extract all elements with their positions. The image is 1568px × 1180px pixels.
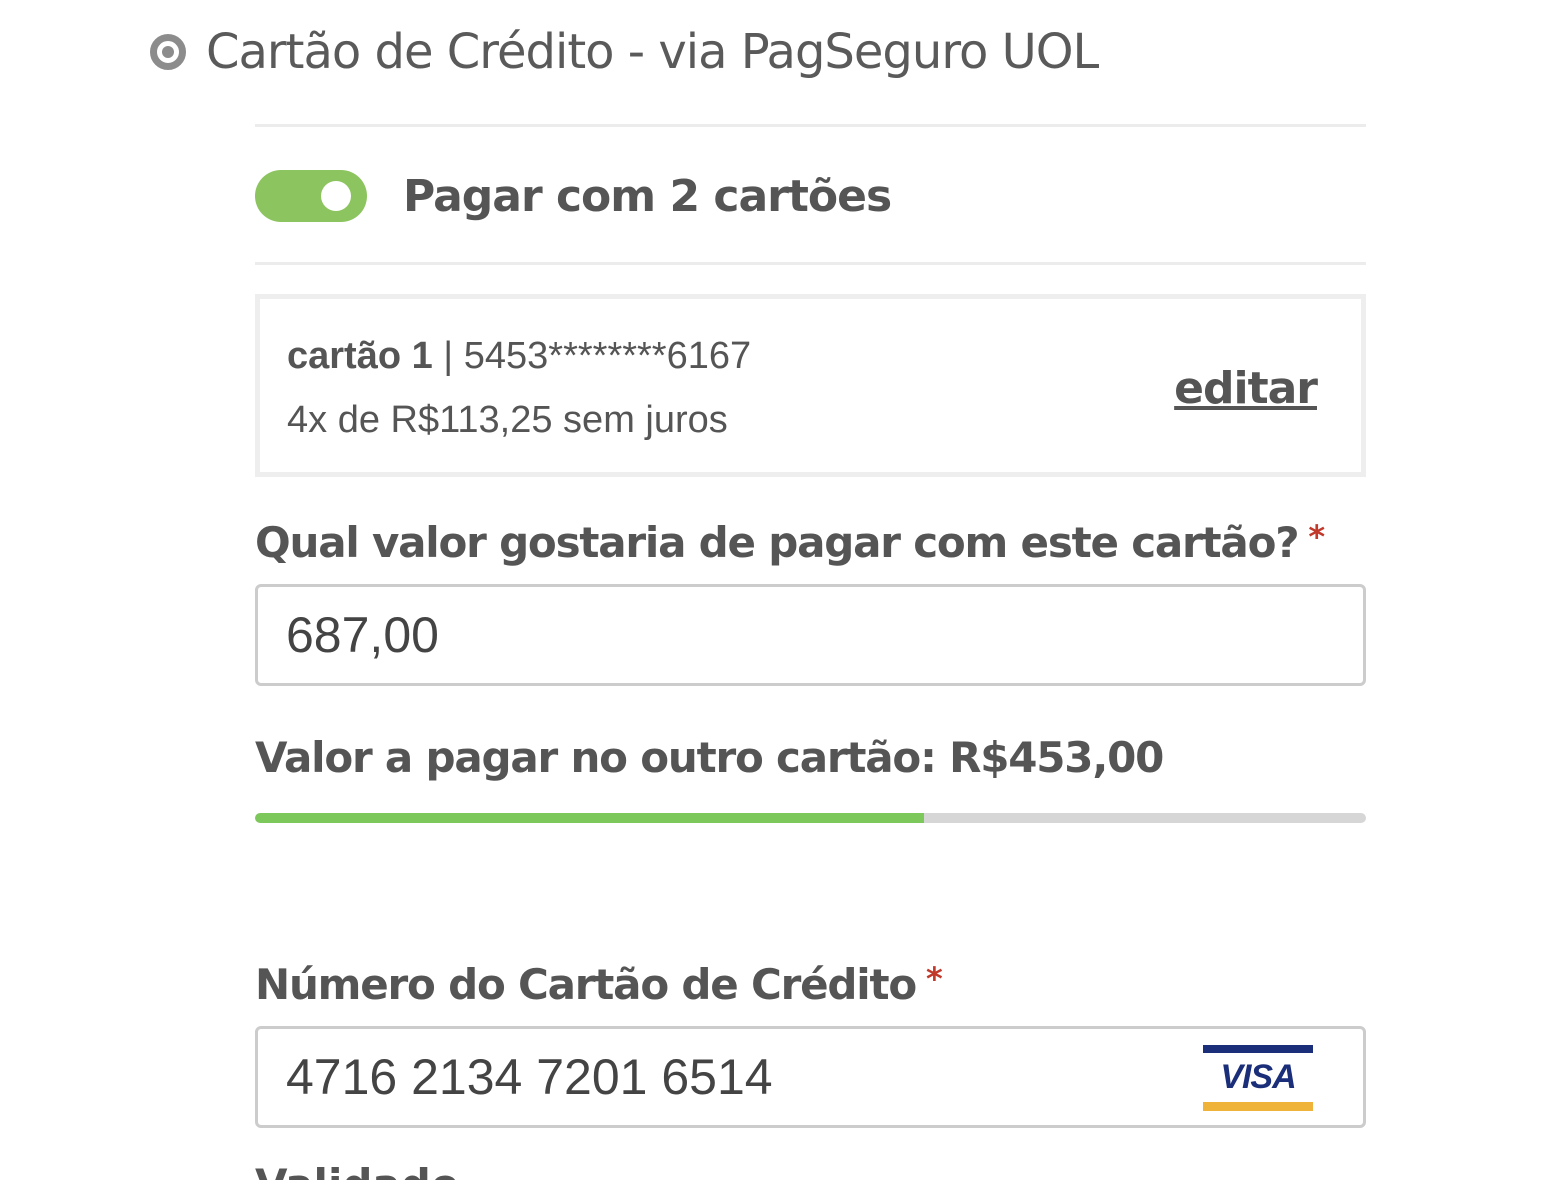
card-summary-box: cartão 1 | 5453********6167 4x de R$113,… <box>255 294 1366 477</box>
card-number-input-value: 4716 2134 7201 6514 <box>286 1049 773 1105</box>
card-installments: 4x de R$113,25 sem juros <box>287 399 728 441</box>
visa-logo-icon: VISA <box>1203 1045 1313 1111</box>
required-mark: * <box>926 960 943 998</box>
card-masked-number: 5453********6167 <box>463 335 752 377</box>
edit-card-link[interactable]: editar <box>1174 363 1318 414</box>
card-number-field-label: Número do Cartão de Crédito * <box>255 960 943 1009</box>
payment-split-progress <box>255 813 1366 823</box>
amount-field-label: Qual valor gostaria de pagar com este ca… <box>255 518 1325 567</box>
card-number-input[interactable]: 4716 2134 7201 6514 VISA <box>255 1026 1366 1128</box>
card-brand-text: VISA <box>1220 1058 1296 1096</box>
toggle-knob <box>321 181 351 211</box>
payment-page: Cartão de Crédito - via PagSeguro UOL Pa… <box>0 0 1568 1180</box>
expiry-field-label: Validade <box>255 1160 459 1180</box>
card-separator: | <box>432 335 464 377</box>
amount-label-text: Qual valor gostaria de pagar com este ca… <box>255 518 1300 567</box>
card-title: cartão 1 <box>287 335 433 377</box>
remaining-amount-text: Valor a pagar no outro cartão: R$453,00 <box>255 733 1164 782</box>
split-payment-row: Pagar com 2 cartões <box>255 168 892 224</box>
split-payment-toggle[interactable] <box>255 170 367 222</box>
split-payment-label: Pagar com 2 cartões <box>403 170 892 222</box>
card-summary-header: cartão 1 | 5453********6167 <box>287 335 751 378</box>
amount-input-value: 687,00 <box>286 607 439 663</box>
radio-dot <box>162 46 174 58</box>
payment-method-option[interactable]: Cartão de Crédito - via PagSeguro UOL <box>150 22 1099 82</box>
radio-selected-icon[interactable] <box>150 34 186 70</box>
divider <box>255 262 1366 265</box>
amount-input[interactable]: 687,00 <box>255 584 1366 686</box>
required-mark: * <box>1308 518 1325 556</box>
payment-method-label: Cartão de Crédito - via PagSeguro UOL <box>206 24 1099 80</box>
divider <box>255 124 1366 127</box>
card-number-label-text: Número do Cartão de Crédito <box>255 960 917 1009</box>
payment-split-progress-fill <box>255 813 925 823</box>
